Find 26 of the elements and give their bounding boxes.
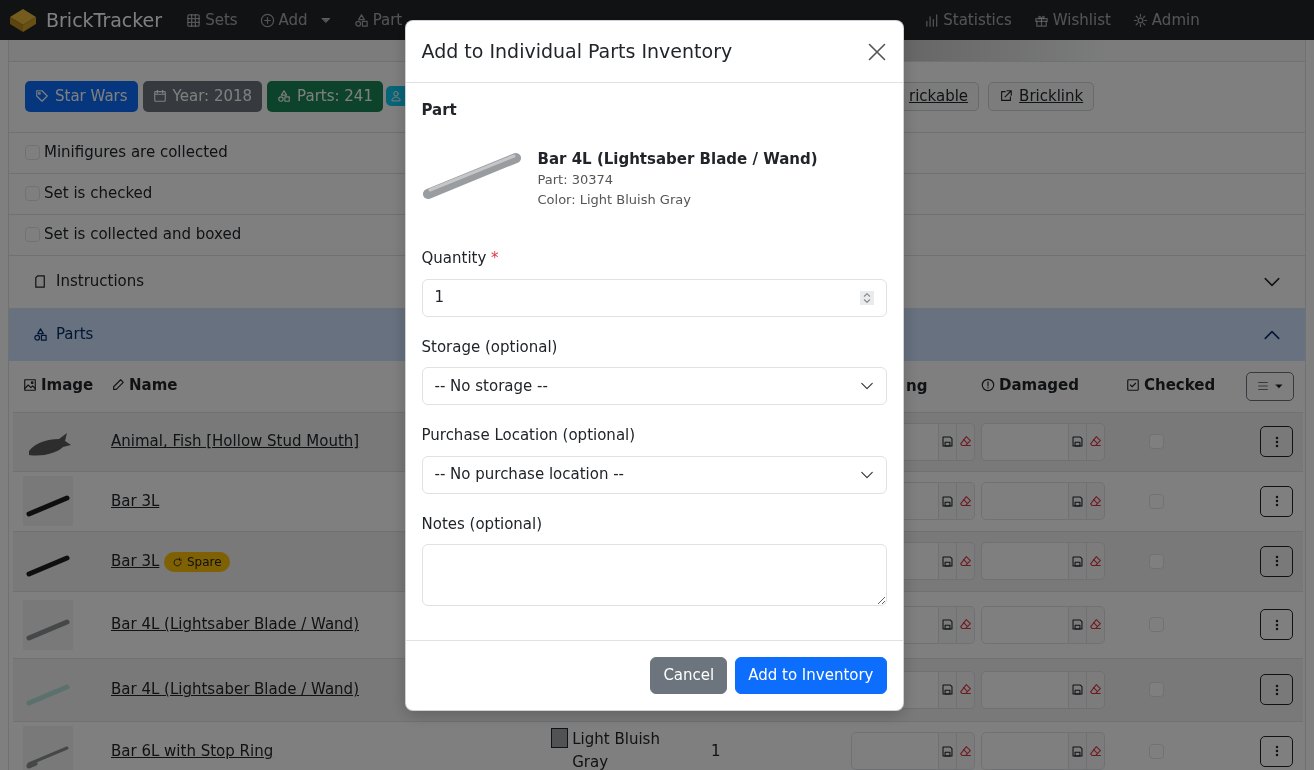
section-label: Part <box>421 100 458 121</box>
part-number: Part: 30374 <box>537 171 615 189</box>
column-header: ng <box>906 375 928 397</box>
part-name: Bar 4L (Lightsaber Blade / Wand) <box>537 148 818 170</box>
field-label: Purchase Location (optional) <box>421 426 636 444</box>
section-title: Parts <box>56 324 94 346</box>
modal-title: Add to Individual Parts Inventory <box>421 40 733 63</box>
checkbox-label: Minifigures are collected <box>44 142 228 164</box>
field-label: Quantity <box>421 249 487 267</box>
color-name: Light Bluish Gray <box>572 728 661 770</box>
part-color: Color: Light Bluish Gray <box>537 190 692 209</box>
tag-badge: Parts: 241 <box>267 81 383 112</box>
checkbox-label: Set is collected and boxed <box>44 224 242 246</box>
section-title: Instructions <box>56 271 145 293</box>
tag-badge: Star Wars <box>25 81 138 112</box>
column-header: Name <box>111 373 178 397</box>
column-header: Image <box>23 373 94 397</box>
column-header: Checked <box>1126 373 1216 397</box>
field-label: Storage (optional) <box>421 337 558 356</box>
field-label: Notes (optional) <box>421 514 543 533</box>
spare-badge: Spare <box>164 551 230 572</box>
required-mark: * <box>491 249 499 267</box>
tag-badge: Year: 2018 <box>142 81 263 112</box>
checkbox-label: Set is checked <box>44 183 153 205</box>
column-header: Damaged <box>981 373 1079 397</box>
quantity: 1 <box>711 741 721 760</box>
